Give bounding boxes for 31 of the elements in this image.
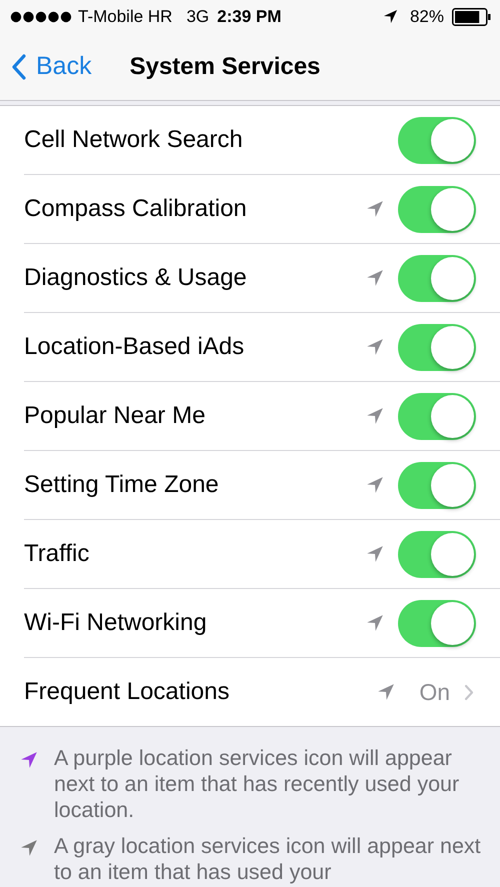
clock-time: 2:39 PM <box>217 6 282 26</box>
screen-title: System Services <box>130 52 320 80</box>
setting-label: Diagnostics & Usage <box>24 264 248 292</box>
toggle-switch[interactable] <box>398 116 476 164</box>
setting-label: Wi-Fi Networking <box>24 609 208 637</box>
toggle-switch[interactable] <box>398 392 476 440</box>
location-arrow-icon <box>382 9 398 24</box>
chevron-right-icon[interactable] <box>464 684 474 700</box>
setting-label: Traffic <box>24 540 90 568</box>
chevron-left-icon <box>12 54 26 80</box>
setting-label: Compass Calibration <box>24 195 248 223</box>
signal-icon <box>10 10 72 22</box>
toggle-switch[interactable] <box>398 324 476 370</box>
battery-icon <box>452 8 492 26</box>
toggle-switch[interactable] <box>398 462 476 508</box>
footer-note: A purple location services icon will appear next to an item that has recently used your location. <box>54 745 460 823</box>
toggle-switch[interactable] <box>398 186 476 232</box>
back-button[interactable]: Back <box>12 52 92 81</box>
carrier-name: T-Mobile HR <box>78 6 172 26</box>
battery-percent: 82% <box>410 6 444 26</box>
setting-label: Setting Time Zone <box>24 471 220 499</box>
setting-label: Popular Near Me <box>24 402 206 430</box>
setting-label: Frequent Locations <box>24 678 230 706</box>
footer-note: A gray location services icon will appear next to an item that has used your <box>54 833 482 885</box>
network-type: 3G <box>186 6 210 26</box>
toggle-switch[interactable] <box>398 600 476 646</box>
toggle-switch[interactable] <box>398 530 476 578</box>
setting-label: Cell Network Search <box>24 126 244 154</box>
toggle-switch[interactable] <box>398 254 476 302</box>
setting-label: Location-Based iAds <box>24 333 246 361</box>
setting-value: On <box>419 678 450 706</box>
